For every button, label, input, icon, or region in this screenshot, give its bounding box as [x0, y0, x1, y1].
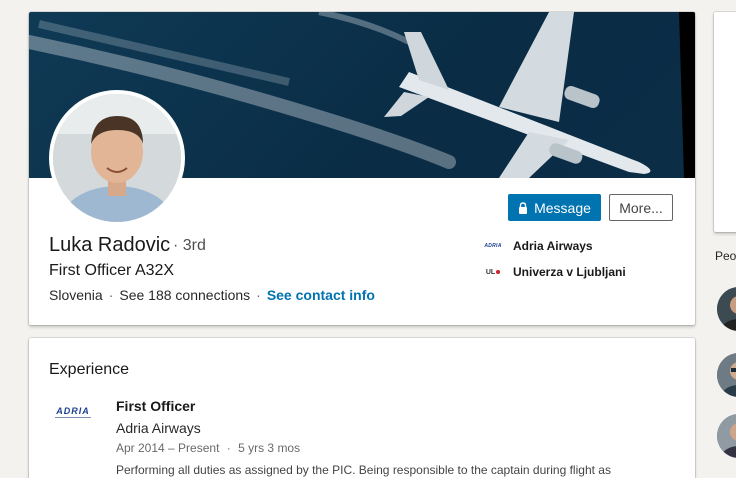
experience-card: Experience ADRIA First Officer Adria Air…: [29, 338, 695, 478]
person-photo-icon: [717, 287, 736, 331]
message-button[interactable]: Message: [508, 194, 601, 221]
experience-duration: 5 yrs 3 mos: [238, 441, 301, 455]
adria-logo-icon: ADRIA: [484, 243, 502, 249]
contact-info-link[interactable]: See contact info: [267, 287, 375, 303]
experience-dates-line: Apr 2014 – Present · 5 yrs 3 mos: [116, 441, 301, 455]
org-name: Univerza v Ljubljani: [513, 265, 626, 279]
university-logo-icon: UL: [483, 265, 503, 279]
experience-job-title: First Officer: [116, 398, 196, 414]
experience-date-range: Apr 2014 – Present: [116, 441, 220, 455]
experience-section-title: Experience: [49, 361, 130, 378]
person-photo-icon: [53, 94, 181, 222]
experience-description: Performing all duties as assigned by the…: [116, 463, 611, 477]
right-rail-card: [714, 12, 736, 232]
adria-logo-icon[interactable]: ADRIA: [49, 406, 97, 430]
connection-degree: · 3rd: [173, 237, 206, 254]
org-item-current-company[interactable]: ADRIA Adria Airways: [483, 237, 593, 255]
message-button-label: Message: [534, 199, 591, 216]
connections-link[interactable]: See 188 connections: [119, 287, 250, 303]
suggested-person-avatar[interactable]: [717, 287, 736, 331]
experience-company: Adria Airways: [116, 420, 201, 436]
profile-top-card: Luka Radovic · 3rd First Officer A32X Sl…: [29, 12, 695, 325]
org-name: Adria Airways: [513, 239, 593, 253]
suggested-person-avatar[interactable]: [717, 353, 736, 397]
profile-location: Slovenia: [49, 287, 103, 303]
profile-location-line: Slovenia · See 188 connections · See contact…: [49, 287, 375, 303]
person-photo-icon: [717, 414, 736, 458]
person-photo-icon: [717, 353, 736, 397]
profile-name: Luka Radovic: [49, 234, 171, 256]
org-item-education[interactable]: UL Univerza v Ljubljani: [483, 263, 626, 281]
more-button-label: More...: [619, 199, 663, 216]
lock-icon: [519, 201, 528, 214]
separator-dot: ·: [108, 287, 114, 303]
separator-dot: ·: [256, 287, 261, 303]
profile-headline: First Officer A32X: [49, 262, 175, 279]
people-also-viewed-heading: Peo: [715, 249, 736, 263]
suggested-person-avatar[interactable]: [717, 414, 736, 458]
more-button[interactable]: More...: [609, 194, 673, 221]
profile-avatar[interactable]: [49, 90, 185, 226]
